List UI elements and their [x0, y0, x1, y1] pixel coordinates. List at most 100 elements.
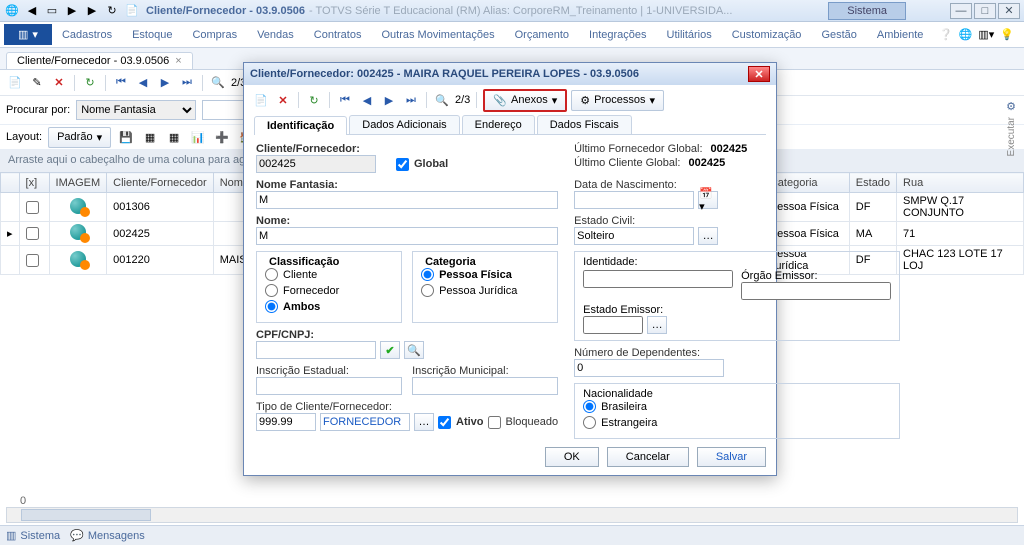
first-icon[interactable]: ⏮ — [112, 74, 130, 92]
insc-mun-input[interactable] — [412, 377, 558, 395]
menu-customizacao[interactable]: Customização — [722, 25, 812, 45]
anexos-button[interactable]: 📎 Anexos ▾ — [483, 89, 567, 112]
id-orgao-input[interactable] — [741, 282, 891, 300]
new-icon[interactable]: 📄 — [6, 74, 24, 92]
status-sistema[interactable]: ▥ Sistema — [6, 529, 60, 542]
next-icon[interactable]: ▶ — [156, 74, 174, 92]
doc-icon[interactable]: 📄 — [124, 3, 140, 19]
menu-compras[interactable]: Compras — [182, 25, 247, 45]
estemissor-lookup[interactable]: … — [647, 316, 667, 334]
col-rua[interactable]: Rua — [897, 173, 1024, 193]
last-icon[interactable]: ⏭ — [178, 74, 196, 92]
layout-preset[interactable]: Padrão ▾ — [48, 127, 111, 148]
fantasia-input[interactable] — [256, 191, 558, 209]
tab-identificacao[interactable]: Identificação — [254, 116, 347, 135]
scrollbar-thumb[interactable] — [21, 509, 151, 521]
tipo-code-input[interactable] — [256, 413, 316, 431]
nome-input[interactable] — [256, 227, 558, 245]
menu-contratos[interactable]: Contratos — [304, 25, 372, 45]
datanasc-input[interactable] — [574, 191, 694, 209]
radio-pf[interactable]: Pessoa Física — [421, 268, 512, 281]
radio-fornecedor[interactable]: Fornecedor — [265, 284, 339, 297]
row-checkbox[interactable] — [26, 254, 39, 267]
menu-cadastros[interactable]: Cadastros — [52, 25, 122, 45]
row-checkbox[interactable] — [26, 201, 39, 214]
id-numero-input[interactable] — [583, 270, 733, 288]
layout-icon-4[interactable]: 📊 — [189, 128, 207, 146]
radio-pj[interactable]: Pessoa Jurídica — [421, 284, 517, 297]
layout-icon-5[interactable]: ➕ — [213, 128, 231, 146]
bloqueado-checkbox[interactable]: Bloqueado — [488, 416, 559, 429]
dependentes-input[interactable] — [574, 359, 724, 377]
tab-endereco[interactable]: Endereço — [462, 115, 535, 134]
run-icon[interactable]: ▶ — [84, 3, 100, 19]
dlg-new-icon[interactable]: 📄 — [252, 91, 270, 109]
radio-brasileira[interactable]: Brasileira — [583, 400, 647, 413]
ok-button[interactable]: OK — [545, 447, 599, 467]
edit-icon[interactable]: ✎ — [28, 74, 46, 92]
ativo-checkbox[interactable]: Ativo — [438, 416, 484, 429]
search-icon[interactable]: 🔍 — [209, 74, 227, 92]
search-field-select[interactable]: Nome Fantasia — [76, 100, 196, 120]
dlg-delete-icon[interactable]: ✕ — [274, 91, 292, 109]
menu-orcamento[interactable]: Orçamento — [505, 25, 579, 45]
radio-estrangeira[interactable]: Estrangeira — [583, 416, 657, 429]
dlg-next-icon[interactable]: ▶ — [380, 91, 398, 109]
forward-icon[interactable]: ▶ — [64, 3, 80, 19]
document-tab[interactable]: Cliente/Fornecedor - 03.9.0506 × — [6, 52, 193, 69]
minimize-button[interactable]: — — [950, 3, 972, 19]
col-clifor[interactable]: Cliente/Fornecedor — [107, 173, 214, 193]
back-icon[interactable]: ◀ — [24, 3, 40, 19]
calendar-icon[interactable]: 📅▾ — [698, 191, 718, 209]
menu-utilitarios[interactable]: Utilitários — [657, 25, 722, 45]
refresh-icon[interactable]: ↻ — [81, 74, 99, 92]
cpf-lookup-button[interactable]: 🔍 — [404, 341, 424, 359]
tab-dados-adicionais[interactable]: Dados Adicionais — [349, 115, 459, 134]
maximize-button[interactable]: □ — [974, 3, 996, 19]
layout-icon[interactable]: ▥▾ — [978, 28, 994, 41]
dlg-search-icon[interactable]: 🔍 — [433, 91, 451, 109]
row-checkbox[interactable] — [26, 227, 39, 240]
menu-gestao[interactable]: Gestão — [811, 25, 866, 45]
radio-ambos[interactable]: Ambos — [265, 300, 320, 313]
prev-icon[interactable]: ◀ — [134, 74, 152, 92]
dlg-prev-icon[interactable]: ◀ — [358, 91, 376, 109]
menu-outras[interactable]: Outras Movimentações — [371, 25, 504, 45]
dlg-first-icon[interactable]: ⏮ — [336, 91, 354, 109]
global-checkbox[interactable]: Global — [396, 158, 448, 171]
estemissor-input[interactable] — [583, 316, 643, 334]
insc-est-input[interactable] — [256, 377, 402, 395]
layout-icon-2[interactable]: ▦ — [141, 128, 159, 146]
menu-integracoes[interactable]: Integrações — [579, 25, 656, 45]
tipo-desc-input[interactable] — [320, 413, 410, 431]
menu-vendas[interactable]: Vendas — [247, 25, 304, 45]
tab-close-icon[interactable]: × — [175, 55, 181, 67]
save-button[interactable]: Salvar — [697, 447, 766, 467]
radio-cliente[interactable]: Cliente — [265, 268, 317, 281]
estcivil-input[interactable] — [574, 227, 694, 245]
close-button[interactable]: ✕ — [998, 3, 1020, 19]
globe-icon[interactable]: 🌐 — [959, 28, 973, 41]
delete-icon[interactable]: ✕ — [50, 74, 68, 92]
window-icon[interactable]: ▭ — [44, 3, 60, 19]
status-mensagens[interactable]: 💬 Mensagens — [70, 529, 145, 542]
main-menu-button[interactable]: ▥▾ — [4, 24, 52, 45]
col-imagem[interactable]: IMAGEM — [49, 173, 107, 193]
menu-ambiente[interactable]: Ambiente — [867, 25, 933, 45]
sistema-tab[interactable]: Sistema — [828, 2, 906, 20]
cpf-validate-button[interactable]: ✔ — [380, 341, 400, 359]
layout-icon-1[interactable]: 💾 — [117, 128, 135, 146]
tipo-lookup-button[interactable]: … — [414, 413, 434, 431]
processos-button[interactable]: ⚙ Processos ▾ — [571, 90, 664, 111]
col-x[interactable]: [x] — [19, 173, 49, 193]
layout-icon-3[interactable]: ▦ — [165, 128, 183, 146]
bulb-icon[interactable]: 💡 — [1000, 28, 1014, 41]
horizontal-scrollbar[interactable] — [6, 507, 1018, 523]
menu-estoque[interactable]: Estoque — [122, 25, 182, 45]
refresh-icon[interactable]: ↻ — [104, 3, 120, 19]
cancel-button[interactable]: Cancelar — [607, 447, 689, 467]
tab-dados-fiscais[interactable]: Dados Fiscais — [537, 115, 632, 134]
cpf-input[interactable] — [256, 341, 376, 359]
executar-icon[interactable]: ⚙ — [1006, 100, 1016, 113]
col-marker[interactable] — [1, 173, 20, 193]
